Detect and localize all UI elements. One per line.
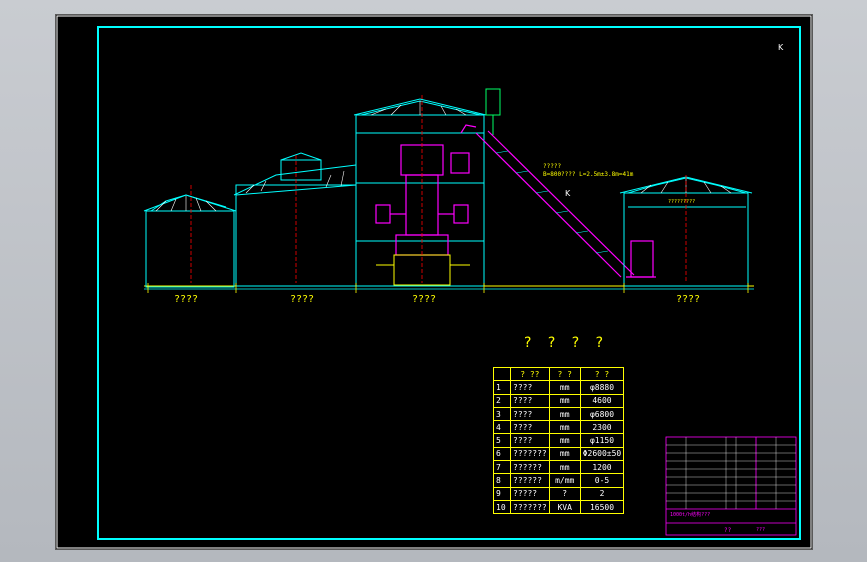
table-title: ? ? ? ? [524,335,610,351]
table-row: 8?????? m/mm 0-5 [493,473,625,488]
table-cell: ? ? [579,366,625,382]
table-cell: 10 [493,499,511,515]
table-row: 6??????? mm Φ2600±50 [493,446,625,462]
belt-annotation-1: ????? [543,163,562,170]
table-cell: KVA [548,499,581,515]
table-cell: 5 [493,433,511,448]
table-cell: 3 [493,406,511,422]
table-cell: 16500 [579,499,625,515]
section-label-1: ???? [174,294,199,305]
table-cell: ??????? [510,446,550,462]
main-building [353,98,487,287]
table-cell: 7 [493,460,511,475]
outer-frame [56,15,812,549]
table-cell: ? [548,486,581,501]
drawing-name: 1000t/h结构??? [670,512,711,518]
table-row: 7?????? mm 1200 [493,460,625,475]
table-cell: 4600 [579,393,625,408]
table-cell: φ8880 [579,380,625,395]
corner-mark-1: K [778,43,784,52]
table-cell: ?????? [510,460,550,475]
section-label-2: ???? [290,294,315,305]
inner-frame [97,26,801,540]
belt-annotation-2: B=800???? L=2.5m±3.8m=41m [543,171,634,178]
table-row: 10??????? KVA 16500 [493,499,625,515]
table-cell: ???? [510,380,550,395]
table-cell: 4 [493,420,511,435]
table-cell: 2300 [579,420,625,435]
table-cell: 1 [493,380,511,395]
spec-table: ? ??? ?? ? 1???? mm φ8880 2???? mm 4600 3???? mm… [493,366,625,515]
table-cell [493,366,511,382]
table-cell: ??????? [510,499,550,515]
table-cell: ???? [510,393,550,408]
table-row: 4???? mm 2300 [493,420,625,435]
table-cell: 2 [579,486,625,501]
table-row: 9?????? 2 [493,486,625,501]
table-cell: mm [548,420,581,435]
sheet-code: ?? [724,527,732,534]
cad-drawing-canvas [56,15,812,549]
table-row: 2???? mm 4600 [493,393,625,408]
table-cell: ???? [510,420,550,435]
corner-mark-2: K [565,189,571,198]
table-cell: ?????? [510,473,550,488]
section-label-3: ???? [412,294,437,305]
table-cell: mm [548,460,581,475]
drawing-sheet: ???? ???? ???? ???? ????? B=800???? L=2.… [55,14,813,550]
table-row: 5???? mm φ1150 [493,433,625,448]
table-row: 3???? mm φ6800 [493,406,625,422]
table-cell: mm [548,406,581,422]
table-cell: ????? [510,486,550,501]
table-cell: φ1150 [579,433,625,448]
table-cell: φ6800 [579,406,625,422]
title-block [665,436,797,536]
table-cell: mm [548,393,581,408]
roof-annotation: ????????? [668,199,696,205]
table-cell: 6 [493,446,511,462]
table-header-row: ? ??? ?? ? [493,366,625,382]
table-cell: ? ?? [510,366,550,382]
table-cell: mm [548,380,581,395]
table-cell: 0-5 [579,473,625,488]
table-cell: 1200 [579,460,625,475]
table-cell: m/mm [548,473,581,488]
table-cell: ? ? [548,366,581,382]
table-cell: 9 [493,486,511,501]
title-note: ??? [756,527,766,533]
mill-equipment [375,124,477,256]
table-cell: ???? [510,433,550,448]
table-cell: 2 [493,393,511,408]
table-cell: mm [548,433,581,448]
table-cell: 8 [493,473,511,488]
table-cell: Φ2600±50 [579,446,625,462]
belt-conveyor [475,130,635,278]
second-building [233,152,357,287]
table-row: 1???? mm φ8880 [493,380,625,395]
table-cell: mm [548,446,581,462]
table-cell: ???? [510,406,550,422]
section-label-4: ???? [676,294,701,305]
